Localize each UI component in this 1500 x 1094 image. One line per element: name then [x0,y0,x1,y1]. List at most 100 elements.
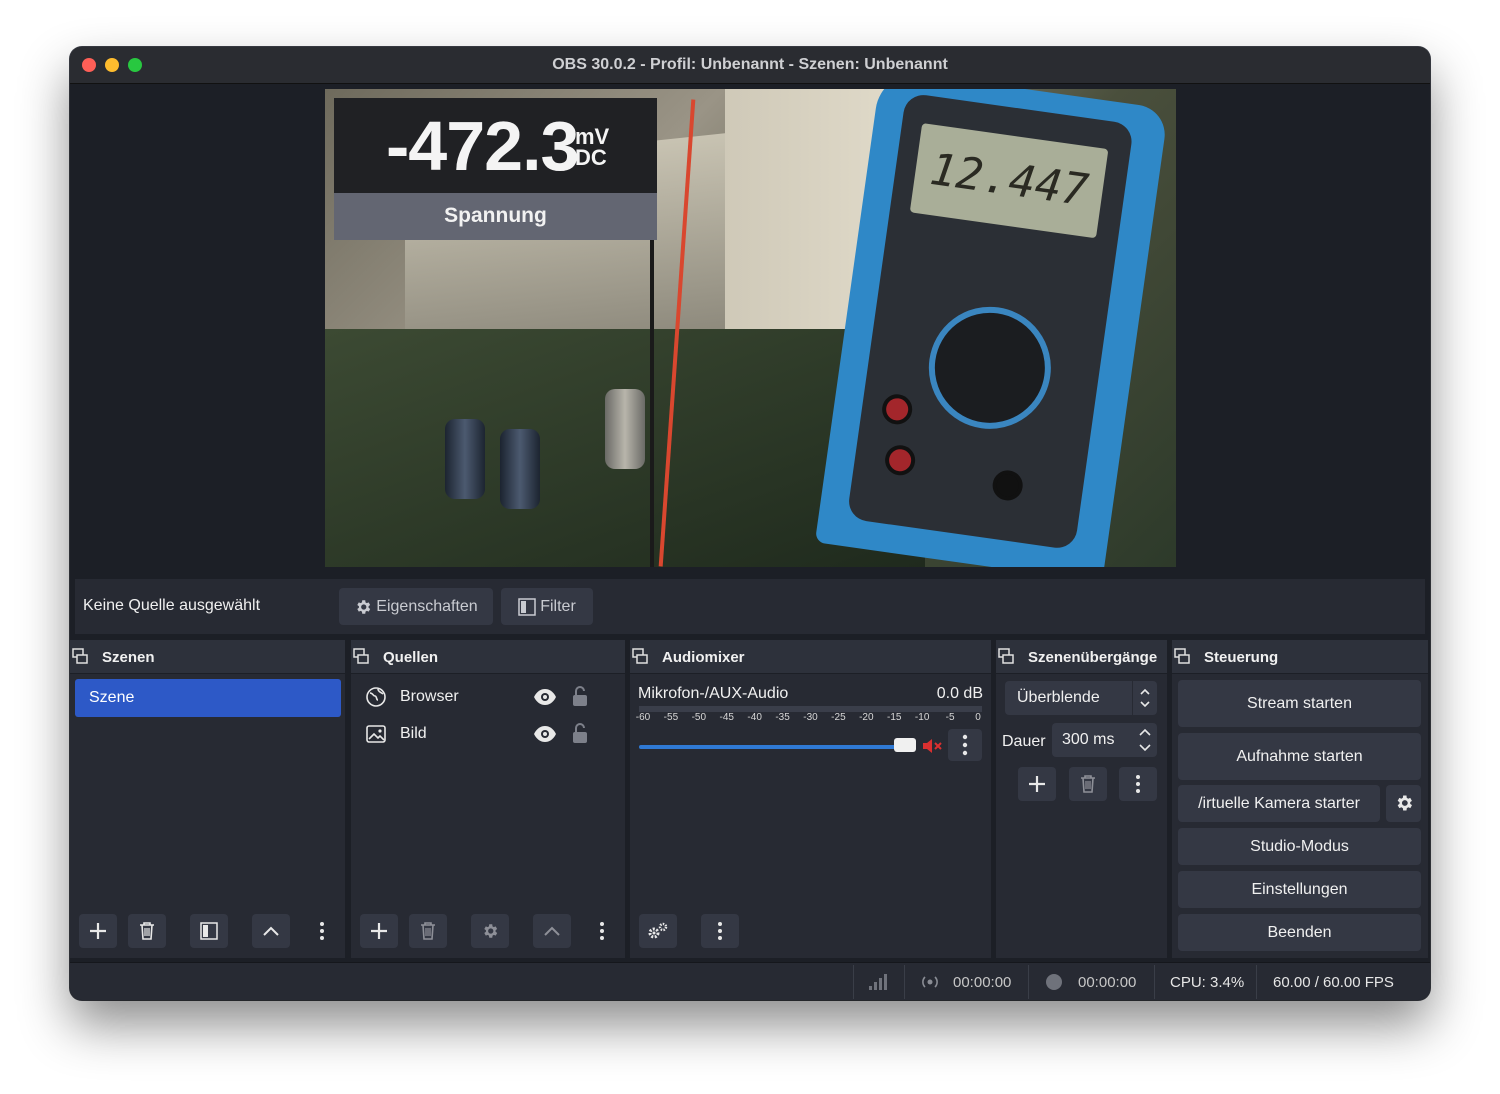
sources-dock-header[interactable]: Quellen [351,640,625,674]
stream-broadcast-icon [922,976,938,988]
scenes-toolbar [70,908,345,958]
audio-meter-tick: -15 [887,712,902,723]
chevron-up-icon [544,926,560,936]
record-timer: 00:00:00 [1078,974,1137,991]
visibility-eye-icon[interactable] [533,687,557,707]
more-vertical-icon [600,922,604,940]
start-virtual-camera-button[interactable]: /irtuelle Kamera starter [1178,785,1380,822]
gear-icon [1397,795,1412,811]
remove-source-button[interactable] [409,914,447,948]
virtual-camera-settings-button[interactable] [1386,785,1421,822]
voltage-label: Spannung [334,193,657,240]
more-vertical-icon [962,734,968,756]
dock-float-icon[interactable] [1174,648,1190,664]
audiomixer-more-button[interactable] [701,914,739,948]
audio-meter-tick: -30 [803,712,818,723]
duration-spinbox[interactable]: 300 ms [1052,723,1157,757]
speaker-muted-icon[interactable] [921,736,943,756]
preview-multimeter: 12.447 [814,89,1169,567]
preview-canvas[interactable]: 12.447 -472.3 mV DC Spannung [325,89,1176,567]
audio-meter-tick: -10 [914,712,930,723]
controls-dock: Steuerung Stream starten Aufnahme starte… [1172,640,1428,958]
trash-icon [140,922,154,940]
select-arrows[interactable] [1132,681,1157,715]
add-transition-button[interactable] [1018,767,1056,801]
audio-meter-tick: -60 [635,712,651,723]
audio-channel-menu-button[interactable] [948,729,982,761]
preview-capacitor [445,419,485,499]
scene-item[interactable]: Szene [75,679,341,717]
status-bar: 00:00:00 00:00:00 CPU: 3.4% 60.00 / 60.0… [70,962,1430,1000]
voltage-overlay-top: -472.3 mV DC [334,98,657,193]
spin-arrows-icon[interactable] [1137,725,1153,755]
lock-open-icon[interactable] [570,721,590,745]
remove-transition-button[interactable] [1069,767,1107,801]
move-scene-up-button[interactable] [252,914,290,948]
more-vertical-icon [718,922,722,940]
globe-icon [366,687,386,707]
multimeter-jack [883,443,918,478]
trash-icon [1081,775,1095,793]
sources-toolbar [351,908,625,958]
multimeter-jack [990,468,1025,503]
dock-float-icon[interactable] [998,648,1014,664]
source-item-browser[interactable]: Browser [365,684,615,710]
voltage-unit-bottom: DC [575,145,607,170]
start-stream-button[interactable]: Stream starten [1178,680,1421,727]
add-source-button[interactable] [360,914,398,948]
start-recording-button[interactable]: Aufnahme starten [1178,733,1421,780]
source-item-image[interactable]: Bild [365,721,615,747]
advanced-audio-properties-button[interactable] [639,914,677,948]
transitions-dock-header[interactable]: Szenenübergänge [996,640,1167,674]
transition-select[interactable]: Überblende [1005,681,1157,715]
title-bar[interactable]: OBS 30.0.2 - Profil: Unbenannt - Szenen:… [70,47,1430,84]
audio-meter-tick: -40 [747,712,762,723]
move-source-up-button[interactable] [533,914,571,948]
fps-counter: 60.00 / 60.00 FPS [1273,974,1394,991]
volume-slider[interactable] [639,745,901,749]
multimeter-body: 12.447 [846,92,1135,551]
image-icon [366,725,386,743]
sources-title: Quellen [383,649,439,666]
source-label: Browser [400,688,459,705]
audio-meter-tick: -20 [859,712,874,723]
multimeter-jack [880,392,915,427]
no-source-label: Keine Quelle ausgewählt [83,597,261,614]
dock-float-icon[interactable] [72,648,88,664]
duration-label: Dauer [1002,733,1046,750]
scene-more-button[interactable] [314,914,330,948]
scenes-dock-header[interactable]: Szenen [70,640,345,674]
transition-selected-value: Überblende [1017,689,1100,706]
more-vertical-icon [1136,775,1140,793]
source-more-button[interactable] [594,914,610,948]
filter-icon [200,922,218,940]
studio-mode-button[interactable]: Studio-Modus [1178,828,1421,865]
scene-filter-button[interactable] [190,914,228,948]
preview-capacitor [605,389,645,469]
audio-meter-tick: -5 [945,712,955,723]
dock-float-icon[interactable] [353,648,369,664]
remove-scene-button[interactable] [128,914,166,948]
dock-float-icon[interactable] [632,648,648,664]
sources-dock: Quellen Browser Bild [351,640,625,958]
lock-open-icon[interactable] [570,684,590,708]
exit-button[interactable]: Beenden [1178,914,1421,951]
filter-button[interactable]: Filter [501,588,593,625]
controls-dock-header[interactable]: Steuerung [1172,640,1428,674]
source-label: Bild [400,725,427,742]
source-properties-button[interactable] [471,914,509,948]
voltage-unit: mV DC [575,126,609,170]
gear-icon [484,924,498,938]
status-separator [853,965,854,999]
source-toolbar: Keine Quelle ausgewählt Eigenschaften Fi… [75,579,1425,634]
properties-button[interactable]: Eigenschaften [339,588,493,625]
audiomixer-dock-header[interactable]: Audiomixer [630,640,991,674]
voltage-value: -472.3 [386,107,579,185]
audio-channel-name: Mikrofon-/AUX-Audio [638,685,789,702]
visibility-eye-icon[interactable] [533,724,557,744]
preview-capacitor [500,429,540,509]
transition-more-button[interactable] [1119,767,1157,801]
add-scene-button[interactable] [79,914,117,948]
volume-slider-handle[interactable] [894,738,916,752]
settings-button[interactable]: Einstellungen [1178,871,1421,908]
